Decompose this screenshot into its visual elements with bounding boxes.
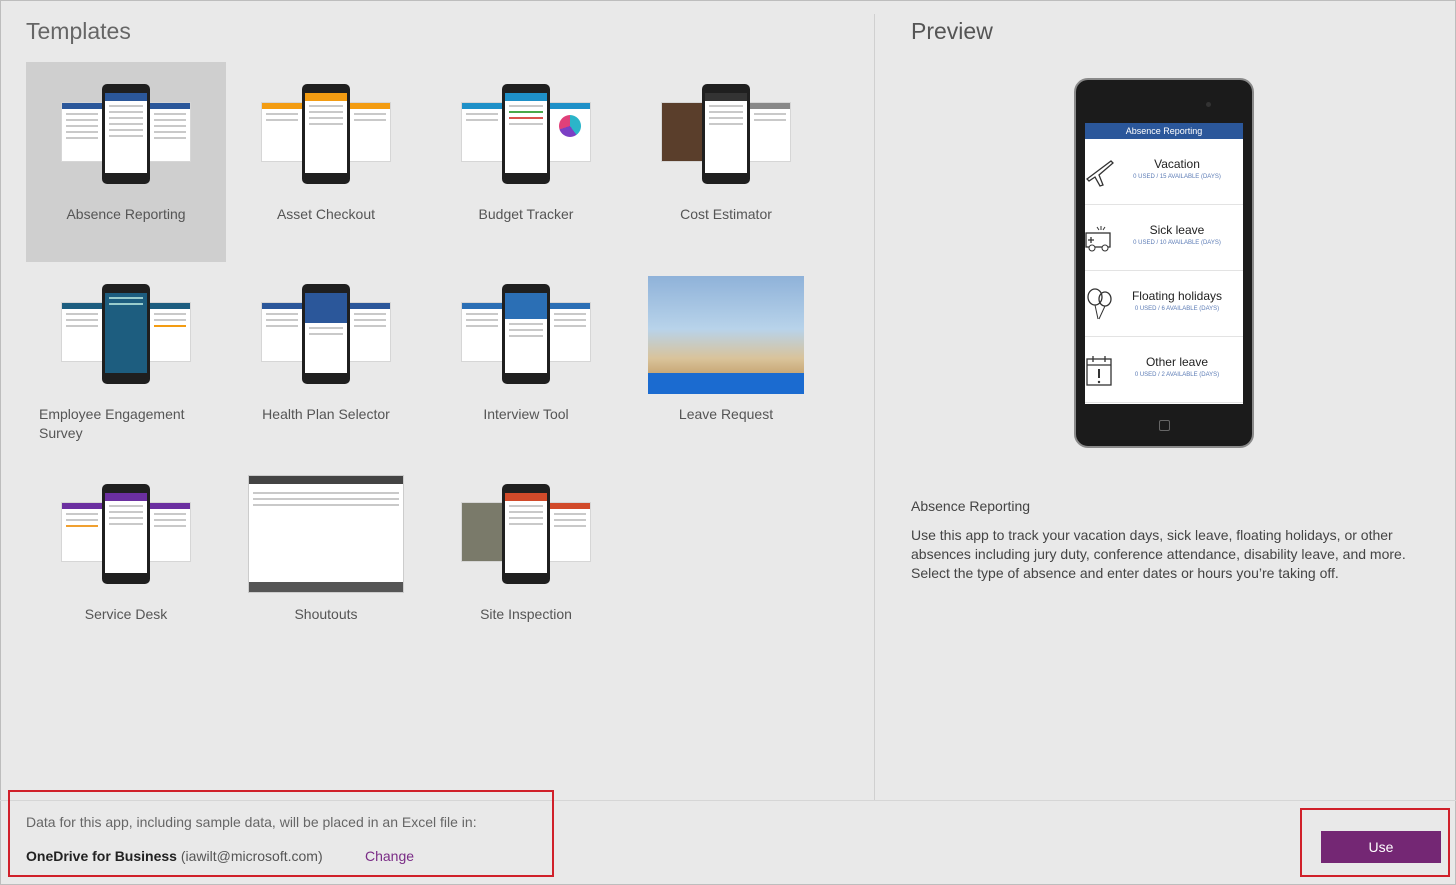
preview-screen-title: Absence Reporting (1085, 123, 1243, 139)
template-thumbnail (61, 282, 191, 384)
leave-title: Floating holidays (1131, 289, 1223, 303)
leave-stats: 0 USED / 6 AVAILABLE (DAYS) (1134, 306, 1220, 312)
template-thumbnail (61, 482, 191, 584)
template-label: Budget Tracker (478, 206, 574, 222)
template-label: Shoutouts (294, 606, 358, 622)
template-label: Site Inspection (480, 606, 572, 622)
leave-title: Sick leave (1149, 223, 1205, 237)
templates-grid: Absence Reporting Asset Checkout Budget … (26, 62, 826, 662)
template-asset-checkout[interactable]: Asset Checkout (226, 62, 426, 262)
template-shoutouts[interactable]: Shoutouts (226, 462, 426, 662)
storage-account: (iawilt@microsoft.com) (180, 848, 323, 864)
storage-note: Data for this app, including sample data… (26, 814, 477, 830)
template-thumbnail (661, 82, 791, 184)
preview-screen: Absence Reporting Vacation 0 USED / 15 A… (1085, 123, 1243, 404)
change-location-link[interactable]: Change (365, 848, 414, 864)
leave-stats: 0 USED / 10 AVAILABLE (DAYS) (1133, 240, 1221, 246)
leave-item-sick: Sick leave 0 USED / 10 AVAILABLE (DAYS) (1085, 205, 1243, 271)
preview-description: Use this app to track your vacation days… (911, 527, 1406, 581)
template-thumbnail (648, 276, 804, 394)
template-budget-tracker[interactable]: Budget Tracker (426, 62, 626, 262)
leave-item-floating: Floating holidays 0 USED / 6 AVAILABLE (… (1085, 271, 1243, 337)
template-service-desk[interactable]: Service Desk (26, 462, 226, 662)
template-thumbnail (461, 282, 591, 384)
camera-dot (1206, 102, 1211, 107)
leave-title: Vacation (1154, 157, 1200, 171)
storage-location-name: OneDrive for Business (26, 848, 177, 864)
template-absence-reporting[interactable]: Absence Reporting (26, 62, 226, 262)
storage-location: OneDrive for Business (iawilt@microsoft.… (26, 848, 323, 864)
template-thumbnail (61, 82, 191, 184)
template-site-inspection[interactable]: Site Inspection (426, 462, 626, 662)
template-label: Service Desk (84, 606, 168, 622)
template-health-plan-selector[interactable]: Health Plan Selector (226, 262, 426, 462)
template-label: Interview Tool (483, 406, 569, 422)
template-thumbnail (248, 475, 404, 593)
template-employee-engagement-survey[interactable]: Employee Engagement Survey (26, 262, 226, 462)
template-label: Leave Request (678, 406, 774, 422)
leave-stats: 0 USED / 15 AVAILABLE (DAYS) (1133, 174, 1221, 180)
template-label: Absence Reporting (66, 206, 186, 222)
template-label: Cost Estimator (680, 206, 772, 222)
template-cost-estimator[interactable]: Cost Estimator (626, 62, 826, 262)
template-leave-request[interactable]: Leave Request (626, 262, 826, 462)
template-label: Health Plan Selector (262, 406, 390, 422)
template-label: Asset Checkout (276, 206, 376, 222)
preview-heading: Preview (911, 18, 993, 44)
template-thumbnail (261, 282, 391, 384)
leave-item-vacation: Vacation 0 USED / 15 AVAILABLE (DAYS) (1085, 139, 1243, 205)
template-thumbnail (261, 82, 391, 184)
use-button[interactable]: Use (1321, 831, 1441, 863)
leave-title: Other leave (1145, 355, 1209, 369)
template-label: Employee Engagement Survey (39, 406, 185, 441)
template-thumbnail (461, 82, 591, 184)
template-interview-tool[interactable]: Interview Tool (426, 262, 626, 462)
preview-title: Absence Reporting (911, 498, 1031, 514)
home-button-icon (1159, 420, 1170, 431)
templates-heading: Templates (26, 18, 131, 44)
template-thumbnail (461, 482, 591, 584)
leave-item-other: Other leave 0 USED / 2 AVAILABLE (DAYS) (1085, 337, 1243, 403)
panel-divider (874, 14, 875, 800)
leave-stats: 0 USED / 2 AVAILABLE (DAYS) (1134, 372, 1220, 378)
preview-phone: Absence Reporting Vacation 0 USED / 15 A… (1074, 78, 1254, 448)
